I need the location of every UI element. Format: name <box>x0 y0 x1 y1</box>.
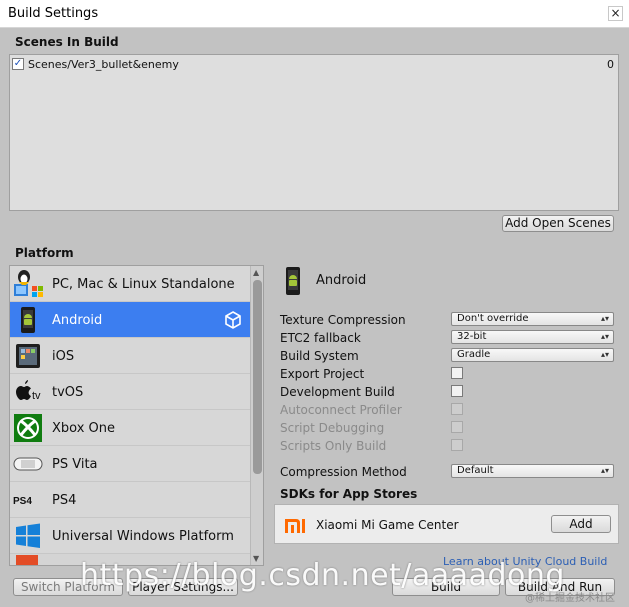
scripts-only-build-label: Scripts Only Build <box>280 439 387 453</box>
platform-item-uwp[interactable]: Universal Windows Platform <box>10 518 250 554</box>
html5-icon <box>16 555 38 565</box>
scene-name: Scenes/Ver3_bullet&enemy <box>28 58 179 71</box>
platform-item-ps-vita[interactable]: PS Vita <box>10 446 250 482</box>
sdk-list: Xiaomi Mi Game Center Add <box>274 504 619 544</box>
platform-label: tvOS <box>52 385 84 400</box>
platform-item-xbox-one[interactable]: Xbox One <box>10 410 250 446</box>
platform-item-android[interactable]: Android <box>10 302 250 338</box>
platform-label: Android <box>52 313 103 328</box>
platform-label: PS4 <box>52 493 77 508</box>
platform-label: Universal Windows Platform <box>52 529 234 544</box>
export-project-label: Export Project <box>280 367 365 381</box>
svg-text:tv: tv <box>32 390 41 402</box>
ps-vita-icon <box>13 457 43 471</box>
platform-list[interactable]: PC, Mac & Linux Standalone Android iOS t… <box>9 265 264 566</box>
texture-compression-label: Texture Compression <box>280 313 406 327</box>
unity-logo-icon <box>225 311 241 329</box>
platform-settings-title: Android <box>316 273 367 288</box>
export-project-checkbox[interactable] <box>451 367 463 379</box>
add-sdk-button[interactable]: Add <box>551 515 611 533</box>
sdks-heading: SDKs for App Stores <box>280 487 418 501</box>
dropdown-arrows-icon: ▴▾ <box>600 466 609 475</box>
window-title: Build Settings <box>8 6 99 21</box>
platform-scrollbar[interactable]: ▲ ▼ <box>250 266 263 565</box>
build-system-label: Build System <box>280 349 359 363</box>
android-icon <box>21 307 35 333</box>
development-build-checkbox[interactable] <box>451 385 463 397</box>
android-icon <box>286 267 300 295</box>
platform-label: iOS <box>52 349 75 364</box>
scenes-list[interactable]: ✓ Scenes/Ver3_bullet&enemy 0 <box>9 54 619 211</box>
platform-item-ios[interactable]: iOS <box>10 338 250 374</box>
close-icon[interactable]: × <box>608 6 623 21</box>
xbox-icon <box>14 414 42 442</box>
tvos-icon: tv <box>16 380 41 402</box>
compression-method-dropdown[interactable]: Default ▴▾ <box>451 464 614 478</box>
platform-label: Xbox One <box>52 421 116 436</box>
etc2-fallback-label: ETC2 fallback <box>280 331 361 345</box>
scroll-up-icon[interactable]: ▲ <box>253 268 259 277</box>
scenes-in-build-heading: Scenes In Build <box>15 35 119 49</box>
platform-label: PS Vita <box>52 457 98 472</box>
script-debugging-checkbox <box>451 421 463 433</box>
scene-index: 0 <box>607 58 614 71</box>
etc2-fallback-dropdown[interactable]: 32-bit ▴▾ <box>451 330 614 344</box>
scripts-only-build-checkbox <box>451 439 463 451</box>
autoconnect-profiler-label: Autoconnect Profiler <box>280 403 402 417</box>
pc-mac-linux-icon <box>14 270 43 297</box>
build-system-dropdown[interactable]: Gradle ▴▾ <box>451 348 614 362</box>
ps4-icon: PS4 <box>13 496 32 507</box>
add-open-scenes-button[interactable]: Add Open Scenes <box>502 215 614 232</box>
platform-label: PC, Mac & Linux Standalone <box>52 277 235 292</box>
dropdown-value: 32-bit <box>457 331 487 342</box>
platform-item-ps4[interactable]: PS4 PS4 <box>10 482 250 518</box>
dropdown-value: Default <box>457 465 494 476</box>
script-debugging-label: Script Debugging <box>280 421 385 435</box>
texture-compression-dropdown[interactable]: Don't override ▴▾ <box>451 312 614 326</box>
ios-icon <box>16 344 40 368</box>
windows-icon <box>16 523 40 548</box>
xiaomi-icon <box>285 519 305 533</box>
dropdown-arrows-icon: ▴▾ <box>600 332 609 341</box>
watermark-sub: @稀土掘金技术社区 <box>525 593 615 604</box>
platform-item-standalone[interactable]: PC, Mac & Linux Standalone <box>10 266 250 302</box>
dropdown-arrows-icon: ▴▾ <box>600 350 609 359</box>
scroll-thumb[interactable] <box>253 280 262 474</box>
scene-include-checkbox[interactable]: ✓ <box>12 58 24 70</box>
platform-item-tvos[interactable]: tv tvOS <box>10 374 250 410</box>
scene-row[interactable]: ✓ Scenes/Ver3_bullet&enemy 0 <box>12 57 614 73</box>
title-bar: Build Settings × <box>0 0 629 28</box>
dropdown-value: Don't override <box>457 313 529 324</box>
development-build-label: Development Build <box>280 385 395 399</box>
compression-method-label: Compression Method <box>280 465 407 479</box>
dropdown-value: Gradle <box>457 349 491 360</box>
dropdown-arrows-icon: ▴▾ <box>600 314 609 323</box>
autoconnect-profiler-checkbox <box>451 403 463 415</box>
platform-heading: Platform <box>15 246 74 260</box>
sdk-name: Xiaomi Mi Game Center <box>316 518 459 532</box>
svg-text:PS4: PS4 <box>13 496 32 507</box>
watermark-text: https://blog.csdn.net/aaaadong <box>80 558 565 593</box>
